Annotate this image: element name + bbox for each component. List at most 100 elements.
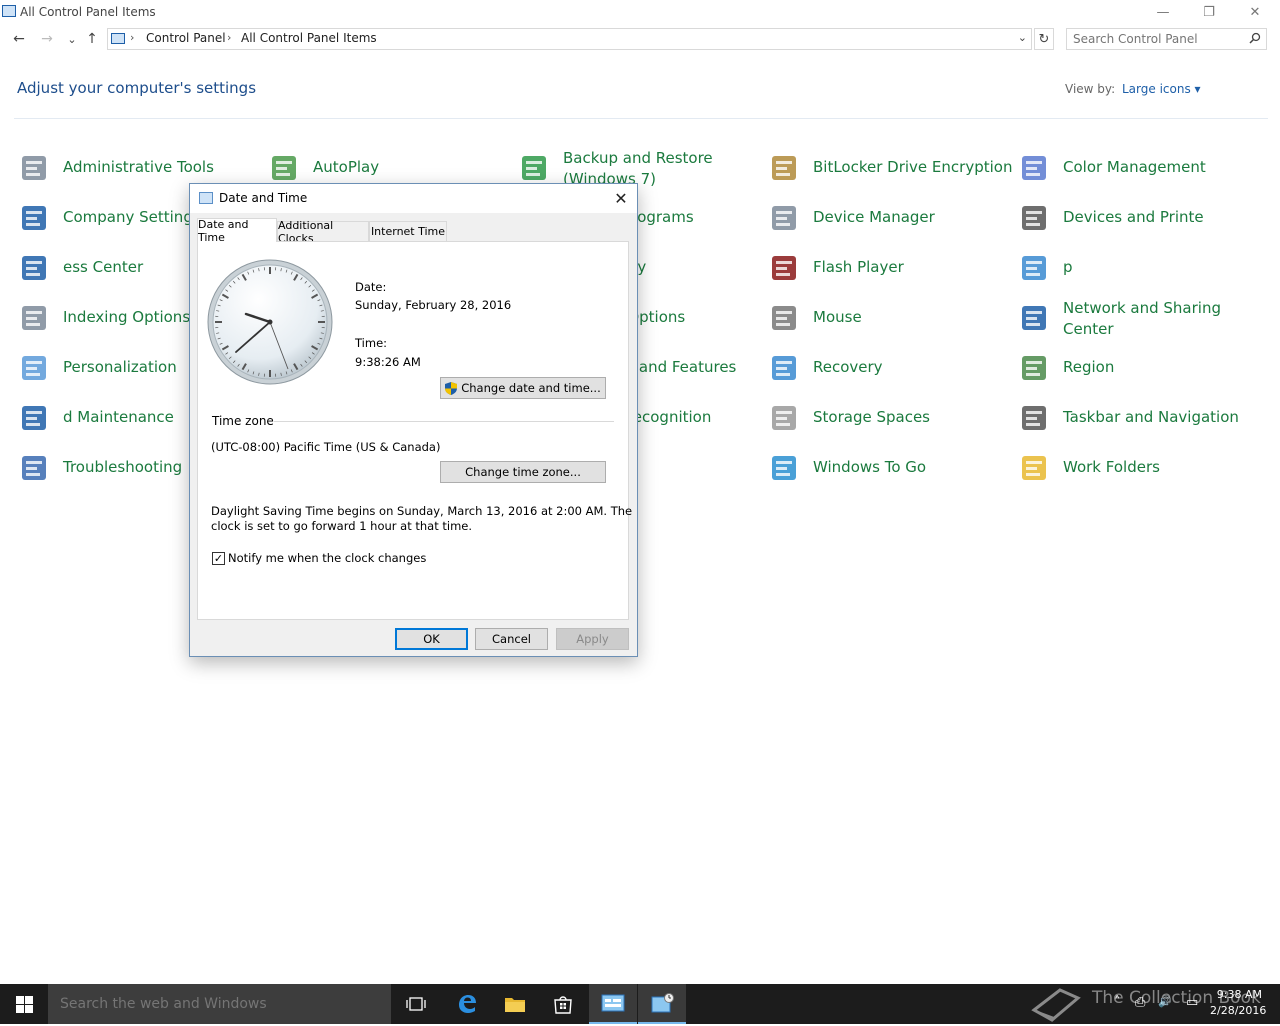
- dialog-title: Date and Time: [219, 191, 307, 205]
- taskbar: The Collection Book ˄ ⎙ 🔊 ▭ 9:38 AM 2/28…: [0, 984, 1280, 1024]
- file-explorer-icon[interactable]: [491, 984, 539, 1024]
- search-input[interactable]: [1073, 31, 1243, 47]
- action-center-icon[interactable]: ▭: [1186, 995, 1198, 1010]
- control-panel-item[interactable]: Windows To Go: [768, 448, 1008, 488]
- storage-spaces-icon: [768, 402, 800, 434]
- magnifier-icon[interactable]: [1249, 32, 1261, 47]
- network-icon[interactable]: ⎙: [1135, 995, 1145, 1010]
- ease-of-access-icon: [18, 252, 50, 284]
- control-panel-item[interactable]: Work Folders: [1018, 448, 1258, 488]
- breadcrumb-control-panel[interactable]: Control Panel: [146, 31, 226, 45]
- control-panel-item-label[interactable]: Work Folders: [1063, 457, 1160, 478]
- refresh-button[interactable]: ↻: [1034, 28, 1054, 50]
- cancel-button[interactable]: Cancel: [475, 628, 548, 650]
- control-panel-item[interactable]: Taskbar and Navigation: [1018, 398, 1258, 438]
- mouse-icon: [768, 302, 800, 334]
- view-by-dropdown[interactable]: Large icons ▾: [1122, 82, 1201, 96]
- taskbar-search[interactable]: [48, 984, 391, 1024]
- taskbar-search-input[interactable]: [60, 994, 380, 1014]
- address-dropdown-icon[interactable]: ⌄: [1018, 31, 1027, 44]
- search-box[interactable]: [1066, 28, 1267, 50]
- control-panel-item[interactable]: Flash Player: [768, 248, 1008, 288]
- control-panel-item[interactable]: AutoPlay: [268, 148, 508, 188]
- tab-additional-clocks[interactable]: Additional Clocks: [277, 221, 369, 241]
- time-zone-value: (UTC-08:00) Pacific Time (US & Canada): [211, 440, 440, 454]
- control-panel-item-label[interactable]: p: [1063, 257, 1073, 278]
- minimize-button[interactable]: —: [1140, 0, 1186, 24]
- close-button[interactable]: ✕: [1232, 0, 1278, 24]
- breadcrumb-separator[interactable]: ›: [130, 31, 134, 44]
- control-panel-item[interactable]: Color Management: [1018, 148, 1258, 188]
- control-panel-item-label[interactable]: ess Center: [63, 257, 143, 278]
- control-panel-item[interactable]: Mouse: [768, 298, 1008, 338]
- change-date-time-button[interactable]: Change date and time...: [440, 377, 606, 399]
- notify-checkbox[interactable]: ✓: [212, 552, 225, 565]
- control-panel-item-label[interactable]: Mouse: [813, 307, 862, 328]
- date-value: Sunday, February 28, 2016: [355, 298, 511, 312]
- security-maintenance-icon: [18, 402, 50, 434]
- dialog-close-button[interactable]: ✕: [609, 187, 633, 209]
- devices-printers-icon: [1018, 202, 1050, 234]
- control-panel-item-label[interactable]: Taskbar and Navigation: [1063, 407, 1239, 428]
- control-panel-item-label[interactable]: d Maintenance: [63, 407, 174, 428]
- control-panel-item[interactable]: Administrative Tools: [18, 148, 258, 188]
- tab-internet-time[interactable]: Internet Time: [369, 221, 447, 241]
- change-time-zone-button[interactable]: Change time zone...: [440, 461, 606, 483]
- back-button[interactable]: ←: [9, 29, 29, 49]
- maximize-button[interactable]: ❐: [1186, 0, 1232, 24]
- control-panel-item-label[interactable]: Region: [1063, 357, 1114, 378]
- control-panel-item[interactable]: Device Manager: [768, 198, 1008, 238]
- task-view-icon[interactable]: [392, 984, 440, 1024]
- control-panel-item[interactable]: BitLocker Drive Encryption: [768, 148, 1008, 188]
- taskbar-clock-time[interactable]: 9:38 AM: [1210, 988, 1262, 1001]
- control-panel-item[interactable]: Recovery: [768, 348, 1008, 388]
- edge-icon[interactable]: [443, 984, 491, 1024]
- bitlocker-icon: [768, 152, 800, 184]
- control-panel-item-label[interactable]: Personalization: [63, 357, 177, 378]
- breadcrumb-all-items[interactable]: All Control Panel Items: [241, 31, 377, 45]
- control-panel-item[interactable]: Network and Sharing Center: [1018, 298, 1258, 338]
- control-panel-item-label[interactable]: AutoPlay: [313, 157, 379, 178]
- store-icon[interactable]: [539, 984, 587, 1024]
- control-panel-item-label[interactable]: BitLocker Drive Encryption: [813, 157, 1012, 178]
- apply-button[interactable]: Apply: [556, 628, 629, 650]
- window-title: All Control Panel Items: [20, 5, 156, 19]
- control-panel-item-label[interactable]: Devices and Printe: [1063, 207, 1204, 228]
- control-panel-item[interactable]: Storage Spaces: [768, 398, 1008, 438]
- up-button[interactable]: ↑: [82, 29, 102, 49]
- control-panel-item[interactable]: Backup and Restore (Windows 7): [518, 148, 758, 188]
- show-hidden-icons-button[interactable]: ˄: [1114, 995, 1121, 1010]
- control-panel-item-label[interactable]: Administrative Tools: [63, 157, 214, 178]
- control-panel-item-label[interactable]: Recovery: [813, 357, 883, 378]
- control-panel-item-label[interactable]: Network and Sharing Center: [1063, 298, 1221, 340]
- control-panel-item-label[interactable]: Troubleshooting: [63, 457, 182, 478]
- start-button[interactable]: [0, 984, 48, 1024]
- control-panel-icon: [111, 33, 125, 44]
- autoplay-icon: [268, 152, 300, 184]
- control-panel-item[interactable]: p: [1018, 248, 1258, 288]
- notify-label[interactable]: Notify me when the clock changes: [228, 551, 426, 565]
- control-panel-item-label[interactable]: Flash Player: [813, 257, 904, 278]
- personalization-icon: [18, 352, 50, 384]
- breadcrumb-separator[interactable]: ›: [227, 31, 231, 44]
- region-icon: [1018, 352, 1050, 384]
- control-panel-item-label[interactable]: Windows To Go: [813, 457, 926, 478]
- forward-button[interactable]: →: [37, 29, 57, 49]
- control-panel-item-label[interactable]: Indexing Options: [63, 307, 190, 328]
- control-panel-icon[interactable]: [589, 984, 637, 1024]
- tab-date-and-time[interactable]: Date and Time: [197, 218, 277, 242]
- work-folders-icon: [1018, 452, 1050, 484]
- taskbar-clock-date[interactable]: 2/28/2016: [1210, 1004, 1262, 1017]
- control-panel-item-label[interactable]: Color Management: [1063, 157, 1206, 178]
- volume-icon[interactable]: 🔊: [1158, 995, 1172, 1008]
- recent-locations-button[interactable]: ⌄: [62, 29, 82, 49]
- control-panel-item-label[interactable]: Storage Spaces: [813, 407, 930, 428]
- control-panel-item-label[interactable]: Company Settings: [63, 207, 201, 228]
- date-time-app-icon[interactable]: [638, 984, 686, 1024]
- address-bar[interactable]: › Control Panel › All Control Panel Item…: [107, 28, 1032, 50]
- control-panel-item[interactable]: Devices and Printe: [1018, 198, 1258, 238]
- control-panel-item-label[interactable]: Device Manager: [813, 207, 935, 228]
- ok-button[interactable]: OK: [395, 628, 468, 650]
- control-panel-item[interactable]: Region: [1018, 348, 1258, 388]
- admin-tools-icon: [18, 152, 50, 184]
